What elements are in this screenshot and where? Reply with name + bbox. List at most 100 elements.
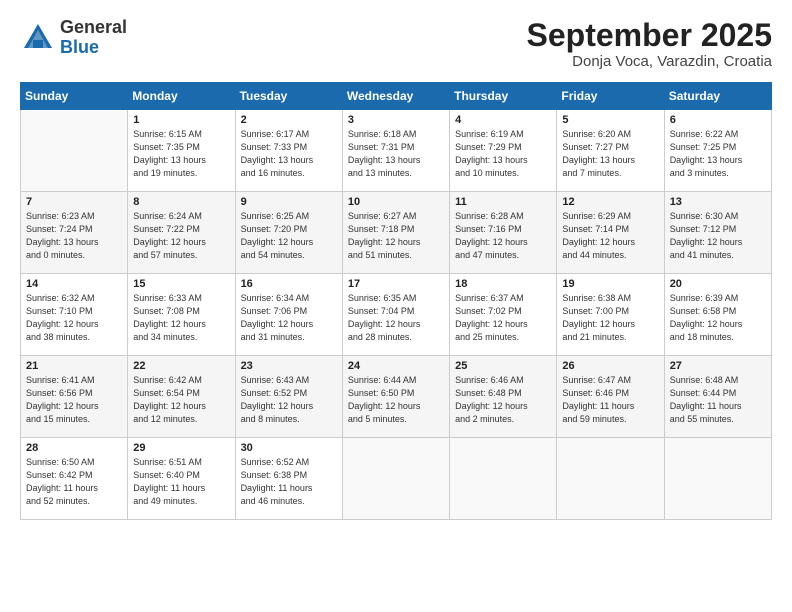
day-number: 5 [562, 114, 658, 126]
day-info: Sunrise: 6:44 AM Sunset: 6:50 PM Dayligh… [348, 374, 444, 426]
day-info: Sunrise: 6:52 AM Sunset: 6:38 PM Dayligh… [241, 456, 337, 508]
title-block: September 2025 Donja Voca, Varazdin, Cro… [527, 18, 772, 70]
day-info: Sunrise: 6:27 AM Sunset: 7:18 PM Dayligh… [348, 210, 444, 262]
day-number: 27 [670, 360, 766, 372]
col-wednesday: Wednesday [342, 83, 449, 110]
month-title: September 2025 [527, 18, 772, 53]
calendar-cell: 10 Sunrise: 6:27 AM Sunset: 7:18 PM Dayli… [342, 192, 449, 274]
day-info: Sunrise: 6:29 AM Sunset: 7:14 PM Dayligh… [562, 210, 658, 262]
day-number: 3 [348, 114, 444, 126]
week-row-1: 7 Sunrise: 6:23 AM Sunset: 7:24 PM Daylig… [21, 192, 772, 274]
calendar-cell: 18 Sunrise: 6:37 AM Sunset: 7:02 PM Dayli… [450, 274, 557, 356]
day-info: Sunrise: 6:46 AM Sunset: 6:48 PM Dayligh… [455, 374, 551, 426]
day-info: Sunrise: 6:18 AM Sunset: 7:31 PM Dayligh… [348, 128, 444, 180]
day-number: 17 [348, 278, 444, 290]
calendar-cell: 29 Sunrise: 6:51 AM Sunset: 6:40 PM Dayli… [128, 438, 235, 520]
day-number: 7 [26, 196, 122, 208]
calendar-cell: 11 Sunrise: 6:28 AM Sunset: 7:16 PM Dayli… [450, 192, 557, 274]
calendar-cell: 2Sunrise: 6:17 AM Sunset: 7:33 PM Daylig… [235, 110, 342, 192]
calendar-cell [450, 438, 557, 520]
day-number: 16 [241, 278, 337, 290]
day-info: Sunrise: 6:19 AM Sunset: 7:29 PM Dayligh… [455, 128, 551, 180]
day-number: 15 [133, 278, 229, 290]
calendar-cell: 22 Sunrise: 6:42 AM Sunset: 6:54 PM Dayli… [128, 356, 235, 438]
day-number: 29 [133, 442, 229, 454]
calendar-cell: 8Sunrise: 6:24 AM Sunset: 7:22 PM Daylig… [128, 192, 235, 274]
calendar-cell: 7 Sunrise: 6:23 AM Sunset: 7:24 PM Daylig… [21, 192, 128, 274]
calendar-cell: 25 Sunrise: 6:46 AM Sunset: 6:48 PM Dayli… [450, 356, 557, 438]
calendar-cell: 14 Sunrise: 6:32 AM Sunset: 7:10 PM Dayli… [21, 274, 128, 356]
day-info: Sunrise: 6:48 AM Sunset: 6:44 PM Dayligh… [670, 374, 766, 426]
day-info: Sunrise: 6:30 AM Sunset: 7:12 PM Dayligh… [670, 210, 766, 262]
location: Donja Voca, Varazdin, Croatia [527, 53, 772, 70]
logo-text: General Blue [60, 18, 127, 58]
day-info: Sunrise: 6:23 AM Sunset: 7:24 PM Dayligh… [26, 210, 122, 262]
calendar-cell [557, 438, 664, 520]
calendar-cell: 20 Sunrise: 6:39 AM Sunset: 6:58 PM Dayli… [664, 274, 771, 356]
calendar-cell [664, 438, 771, 520]
day-number: 26 [562, 360, 658, 372]
week-row-0: 1Sunrise: 6:15 AM Sunset: 7:35 PM Daylig… [21, 110, 772, 192]
header-row: Sunday Monday Tuesday Wednesday Thursday… [21, 83, 772, 110]
day-number: 11 [455, 196, 551, 208]
day-info: Sunrise: 6:35 AM Sunset: 7:04 PM Dayligh… [348, 292, 444, 344]
week-row-3: 21 Sunrise: 6:41 AM Sunset: 6:56 PM Dayli… [21, 356, 772, 438]
day-number: 4 [455, 114, 551, 126]
calendar-cell: 6 Sunrise: 6:22 AM Sunset: 7:25 PM Daylig… [664, 110, 771, 192]
calendar-cell: 30 Sunrise: 6:52 AM Sunset: 6:38 PM Dayli… [235, 438, 342, 520]
logo-blue-text: Blue [60, 38, 127, 58]
day-number: 18 [455, 278, 551, 290]
day-info: Sunrise: 6:24 AM Sunset: 7:22 PM Dayligh… [133, 210, 229, 262]
calendar-cell: 17 Sunrise: 6:35 AM Sunset: 7:04 PM Dayli… [342, 274, 449, 356]
day-info: Sunrise: 6:47 AM Sunset: 6:46 PM Dayligh… [562, 374, 658, 426]
logo-icon [20, 20, 56, 56]
day-info: Sunrise: 6:32 AM Sunset: 7:10 PM Dayligh… [26, 292, 122, 344]
header: General Blue September 2025 Donja Voca, … [20, 18, 772, 70]
day-info: Sunrise: 6:25 AM Sunset: 7:20 PM Dayligh… [241, 210, 337, 262]
day-info: Sunrise: 6:50 AM Sunset: 6:42 PM Dayligh… [26, 456, 122, 508]
calendar-cell: 12 Sunrise: 6:29 AM Sunset: 7:14 PM Dayli… [557, 192, 664, 274]
day-number: 25 [455, 360, 551, 372]
calendar-cell: 3 Sunrise: 6:18 AM Sunset: 7:31 PM Daylig… [342, 110, 449, 192]
day-number: 9 [241, 196, 337, 208]
day-number: 24 [348, 360, 444, 372]
col-monday: Monday [128, 83, 235, 110]
day-info: Sunrise: 6:28 AM Sunset: 7:16 PM Dayligh… [455, 210, 551, 262]
calendar-cell: 21 Sunrise: 6:41 AM Sunset: 6:56 PM Dayli… [21, 356, 128, 438]
day-number: 21 [26, 360, 122, 372]
col-sunday: Sunday [21, 83, 128, 110]
day-number: 19 [562, 278, 658, 290]
calendar-cell: 4 Sunrise: 6:19 AM Sunset: 7:29 PM Daylig… [450, 110, 557, 192]
day-number: 20 [670, 278, 766, 290]
day-info: Sunrise: 6:39 AM Sunset: 6:58 PM Dayligh… [670, 292, 766, 344]
day-info: Sunrise: 6:37 AM Sunset: 7:02 PM Dayligh… [455, 292, 551, 344]
page: General Blue September 2025 Donja Voca, … [0, 0, 792, 612]
calendar-cell: 28 Sunrise: 6:50 AM Sunset: 6:42 PM Dayli… [21, 438, 128, 520]
day-number: 28 [26, 442, 122, 454]
calendar-cell: 23 Sunrise: 6:43 AM Sunset: 6:52 PM Dayli… [235, 356, 342, 438]
week-row-4: 28 Sunrise: 6:50 AM Sunset: 6:42 PM Dayli… [21, 438, 772, 520]
day-info: Sunrise: 6:51 AM Sunset: 6:40 PM Dayligh… [133, 456, 229, 508]
day-info: Sunrise: 6:41 AM Sunset: 6:56 PM Dayligh… [26, 374, 122, 426]
day-info: Sunrise: 6:42 AM Sunset: 6:54 PM Dayligh… [133, 374, 229, 426]
col-saturday: Saturday [664, 83, 771, 110]
day-number: 12 [562, 196, 658, 208]
day-number: 10 [348, 196, 444, 208]
day-info: Sunrise: 6:22 AM Sunset: 7:25 PM Dayligh… [670, 128, 766, 180]
calendar-cell: 9 Sunrise: 6:25 AM Sunset: 7:20 PM Daylig… [235, 192, 342, 274]
week-row-2: 14 Sunrise: 6:32 AM Sunset: 7:10 PM Dayli… [21, 274, 772, 356]
day-number: 13 [670, 196, 766, 208]
day-number: 30 [241, 442, 337, 454]
day-number: 23 [241, 360, 337, 372]
day-number: 6 [670, 114, 766, 126]
col-tuesday: Tuesday [235, 83, 342, 110]
day-info: Sunrise: 6:43 AM Sunset: 6:52 PM Dayligh… [241, 374, 337, 426]
day-info: Sunrise: 6:33 AM Sunset: 7:08 PM Dayligh… [133, 292, 229, 344]
day-number: 22 [133, 360, 229, 372]
day-number: 14 [26, 278, 122, 290]
day-info: Sunrise: 6:38 AM Sunset: 7:00 PM Dayligh… [562, 292, 658, 344]
day-info: Sunrise: 6:15 AM Sunset: 7:35 PM Dayligh… [133, 128, 229, 180]
day-info: Sunrise: 6:34 AM Sunset: 7:06 PM Dayligh… [241, 292, 337, 344]
col-thursday: Thursday [450, 83, 557, 110]
logo: General Blue [20, 18, 127, 58]
